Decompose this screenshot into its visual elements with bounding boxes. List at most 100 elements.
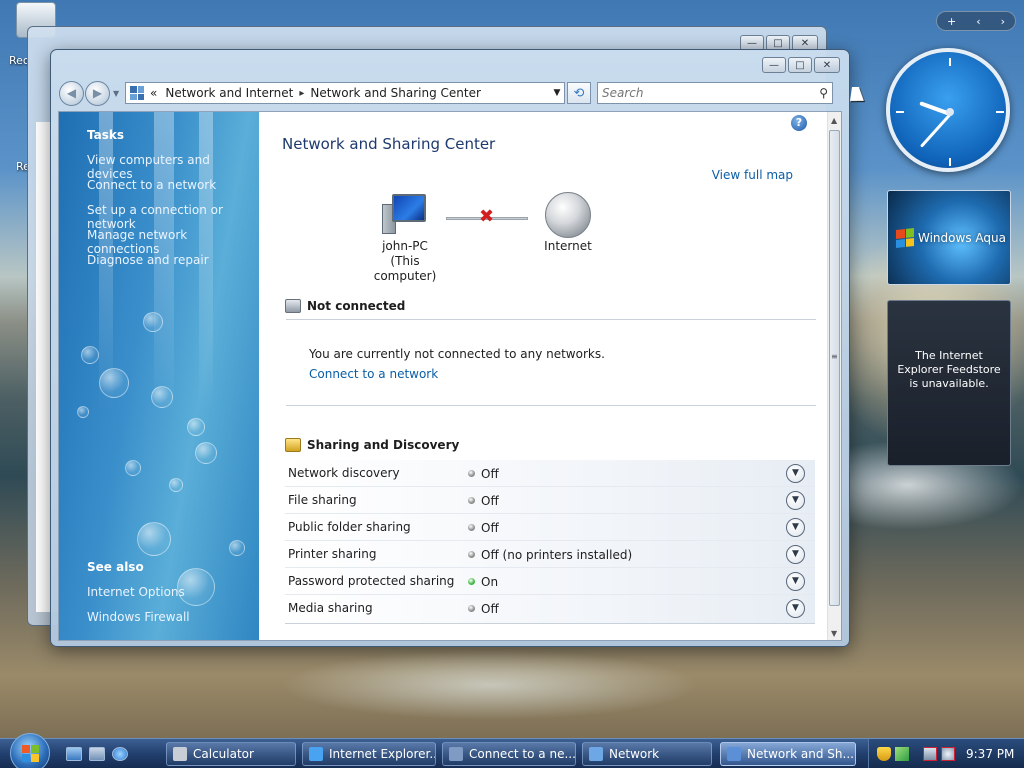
forward-arrow-icon[interactable]: ▶ bbox=[85, 80, 110, 106]
close-button[interactable]: ✕ bbox=[814, 57, 840, 73]
see-also-heading: See also bbox=[87, 560, 144, 574]
decorative-bubble bbox=[195, 442, 217, 464]
recent-pages-dropdown-icon[interactable]: ▼ bbox=[113, 89, 123, 98]
taskbar-button-label: Calculator bbox=[193, 747, 254, 761]
search-box[interactable]: ⚲ bbox=[597, 82, 833, 104]
decorative-bubble bbox=[169, 478, 183, 492]
system-clock[interactable]: 9:37 PM bbox=[966, 747, 1014, 761]
computer-caption: (This computer) bbox=[373, 254, 437, 283]
taskbar: Calculator Internet Explorer... Connect … bbox=[0, 733, 1024, 768]
window-client-area: Tasks View computers and devices Connect… bbox=[58, 111, 842, 641]
computer-icon[interactable] bbox=[382, 194, 428, 234]
scrollbar-thumb[interactable] bbox=[829, 130, 840, 606]
window-controls: — □ ✕ bbox=[762, 57, 840, 73]
connect-to-network-link[interactable]: Connect to a network bbox=[309, 367, 438, 381]
search-input[interactable] bbox=[602, 86, 802, 100]
sharing-row-status: Off bbox=[481, 521, 499, 535]
task-view-computers-devices[interactable]: View computers and devices bbox=[87, 153, 259, 181]
search-icon[interactable]: ⚲ bbox=[819, 86, 828, 100]
refresh-icon[interactable]: ⟲ bbox=[567, 82, 591, 104]
view-full-map-link[interactable]: View full map bbox=[712, 168, 793, 182]
network-disconnected-icon[interactable] bbox=[923, 747, 937, 761]
disconnected-x-icon[interactable]: ✖ bbox=[479, 208, 494, 226]
windows-update-icon[interactable] bbox=[895, 747, 909, 761]
breadcrumb-root-chevron[interactable]: « bbox=[150, 86, 157, 100]
scroll-down-icon[interactable]: ▼ bbox=[831, 629, 837, 638]
address-dropdown-icon[interactable]: ▼ bbox=[550, 88, 564, 98]
start-button[interactable] bbox=[10, 733, 50, 768]
sharing-row-file-sharing[interactable]: File sharing Off ▼ bbox=[285, 487, 815, 514]
slideshow-gadget[interactable]: Windows Aqua bbox=[887, 190, 1011, 285]
sharing-row-label: Password protected sharing bbox=[288, 574, 455, 588]
tasks-heading: Tasks bbox=[87, 128, 125, 142]
sharing-discovery-heading: Sharing and Discovery bbox=[307, 438, 460, 452]
previous-page-icon[interactable]: ‹ bbox=[976, 15, 980, 28]
feed-headlines-gadget[interactable]: The Internet Explorer Feedstore is unava… bbox=[887, 300, 1011, 466]
scroll-up-icon[interactable]: ▲ bbox=[831, 116, 837, 125]
sharing-row-label: Network discovery bbox=[288, 466, 400, 480]
network-sharing-center-window[interactable]: — □ ✕ ◀ ▶ ▼ « Network and Internet ▸ Net… bbox=[50, 49, 850, 647]
computer-name: john-PC bbox=[382, 239, 428, 253]
sharing-row-status: Off (no printers installed) bbox=[481, 548, 633, 562]
taskbar-button-label: Internet Explorer... bbox=[329, 747, 436, 761]
chevron-down-icon[interactable]: ▼ bbox=[786, 464, 805, 483]
windows-logo-icon bbox=[896, 228, 914, 248]
vertical-scrollbar[interactable]: ▲ ≡ ▼ bbox=[827, 112, 841, 640]
chevron-down-icon[interactable]: ▼ bbox=[786, 545, 805, 564]
help-icon[interactable]: ? bbox=[791, 115, 807, 131]
breadcrumb-network-and-internet[interactable]: Network and Internet bbox=[165, 86, 293, 100]
internet-globe-icon[interactable] bbox=[545, 192, 591, 238]
decorative-bubble bbox=[187, 418, 205, 436]
decorative-bubble bbox=[99, 368, 129, 398]
task-pane: Tasks View computers and devices Connect… bbox=[59, 112, 259, 640]
divider bbox=[286, 319, 816, 320]
sharing-row-printer-sharing[interactable]: Printer sharing Off (no printers install… bbox=[285, 541, 815, 568]
link-internet-options[interactable]: Internet Options bbox=[87, 585, 185, 599]
chevron-down-icon[interactable]: ▼ bbox=[786, 599, 805, 618]
show-desktop-icon[interactable] bbox=[66, 747, 82, 761]
taskbar-button-network[interactable]: Network bbox=[582, 742, 712, 766]
next-page-icon[interactable]: › bbox=[1001, 15, 1005, 28]
clock-tick bbox=[949, 158, 951, 166]
sharing-row-network-discovery[interactable]: Network discovery Off ▼ bbox=[285, 460, 815, 487]
task-diagnose-repair[interactable]: Diagnose and repair bbox=[87, 253, 209, 267]
windows-logo-icon bbox=[22, 745, 39, 762]
status-dot-icon bbox=[468, 524, 475, 531]
maximize-button[interactable]: □ bbox=[788, 57, 812, 73]
sharing-row-status: Off bbox=[481, 494, 499, 508]
task-connect-to-network[interactable]: Connect to a network bbox=[87, 178, 216, 192]
breadcrumb-network-sharing-center[interactable]: Network and Sharing Center bbox=[310, 86, 481, 100]
network-folder-icon bbox=[589, 747, 603, 761]
taskbar-button-connect-to-network[interactable]: Connect to a ne... bbox=[442, 742, 576, 766]
taskbar-button-calculator[interactable]: Calculator bbox=[166, 742, 296, 766]
switch-windows-icon[interactable] bbox=[89, 747, 105, 761]
navigation-bar: ◀ ▶ ▼ « Network and Internet ▸ Network a… bbox=[59, 78, 841, 108]
volume-muted-icon[interactable] bbox=[941, 747, 955, 761]
network-wizard-icon bbox=[449, 747, 463, 761]
taskbar-button-network-sharing-center[interactable]: Network and Sh... bbox=[720, 742, 856, 766]
status-dot-icon bbox=[468, 470, 475, 477]
decorative-bubble bbox=[151, 386, 173, 408]
internet-explorer-icon[interactable] bbox=[112, 747, 128, 761]
sharing-row-status: On bbox=[481, 575, 499, 589]
sharing-row-media-sharing[interactable]: Media sharing Off ▼ bbox=[285, 595, 815, 622]
chevron-down-icon[interactable]: ▼ bbox=[786, 518, 805, 537]
sharing-row-password-protected[interactable]: Password protected sharing On ▼ bbox=[285, 568, 815, 595]
clock-gadget[interactable] bbox=[886, 48, 1010, 172]
link-windows-firewall[interactable]: Windows Firewall bbox=[87, 610, 190, 624]
task-manage-connections[interactable]: Manage network connections bbox=[87, 228, 259, 256]
task-setup-connection[interactable]: Set up a connection or network bbox=[87, 203, 259, 231]
address-bar[interactable]: « Network and Internet ▸ Network and Sha… bbox=[125, 82, 565, 104]
sharing-row-public-folder[interactable]: Public folder sharing Off ▼ bbox=[285, 514, 815, 541]
breadcrumb-separator-icon[interactable]: ▸ bbox=[299, 88, 304, 99]
taskbar-button-label: Network and Sh... bbox=[747, 747, 854, 761]
sharing-settings-table: Network discovery Off ▼ File sharing Off… bbox=[285, 460, 815, 624]
taskbar-button-label: Connect to a ne... bbox=[469, 747, 576, 761]
security-shield-icon[interactable] bbox=[877, 747, 891, 761]
taskbar-button-internet-explorer[interactable]: Internet Explorer... bbox=[302, 742, 436, 766]
minimize-button[interactable]: — bbox=[762, 57, 786, 73]
back-arrow-icon[interactable]: ◀ bbox=[59, 80, 84, 106]
add-gadget-icon[interactable]: + bbox=[947, 15, 956, 28]
chevron-down-icon[interactable]: ▼ bbox=[786, 491, 805, 510]
chevron-down-icon[interactable]: ▼ bbox=[786, 572, 805, 591]
